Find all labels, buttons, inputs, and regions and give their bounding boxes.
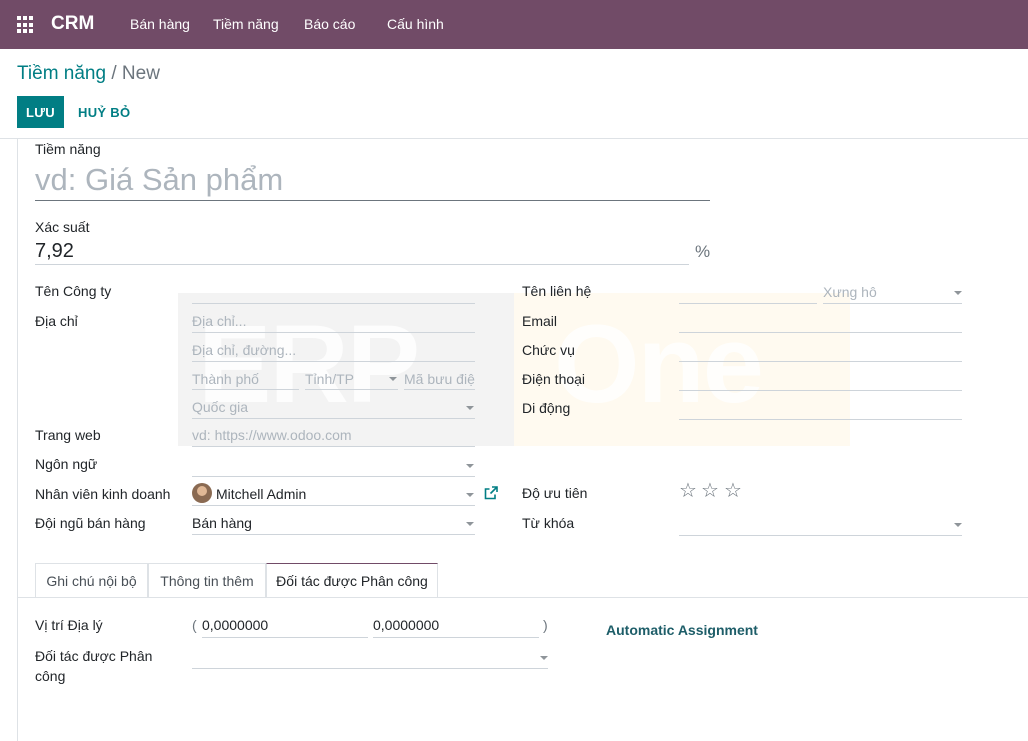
city-underline xyxy=(192,389,299,390)
save-button[interactable]: LƯU xyxy=(17,96,64,128)
probability-input[interactable]: 7,92 xyxy=(35,240,74,263)
website-label: Trang web xyxy=(35,427,101,443)
geo-location-label: Vị trí Địa lý xyxy=(35,617,103,633)
state-underline xyxy=(305,389,398,390)
salesperson-underline xyxy=(192,505,475,506)
menu-cau-hinh[interactable]: Cấu hình xyxy=(387,16,444,32)
sales-team-label: Đội ngũ bán hàng xyxy=(35,515,146,531)
job-position-label: Chức vụ xyxy=(522,342,575,358)
watermark-right-text: One xyxy=(554,303,764,426)
state-select[interactable]: Tỉnh/TP xyxy=(305,371,354,387)
star-outline-icon[interactable]: ☆ xyxy=(679,481,697,501)
menu-ban-hang[interactable]: Bán hàng xyxy=(130,16,190,32)
lead-name-underline xyxy=(35,200,710,201)
assigned-partner-chevron-down-icon[interactable] xyxy=(540,656,548,660)
latitude-underline xyxy=(202,637,368,638)
street2-underline xyxy=(192,361,475,362)
zip-input[interactable]: Mã bưu điệ xyxy=(404,371,475,387)
assigned-partner-label-line2: công xyxy=(35,668,66,684)
apps-grid-icon[interactable] xyxy=(17,16,35,34)
email-label: Email xyxy=(522,313,558,329)
tab-bar-divider xyxy=(17,597,1028,598)
latitude-input[interactable]: 0,0000000 xyxy=(202,617,268,633)
menu-bao-cao[interactable]: Báo cáo xyxy=(304,16,355,32)
job-position-input[interactable] xyxy=(679,361,962,362)
sales-team-select[interactable]: Bán hàng xyxy=(192,515,252,531)
star-outline-icon[interactable]: ☆ xyxy=(701,481,719,501)
assigned-partner-select[interactable] xyxy=(192,668,548,669)
lead-name-input[interactable]: vd: Giá Sản phẩm xyxy=(35,162,283,198)
priority-label: Độ ưu tiên xyxy=(522,485,588,501)
language-select[interactable] xyxy=(192,476,475,477)
country-underline xyxy=(192,418,475,419)
assigned-partner-label-line1: Đối tác được Phân xyxy=(35,648,153,664)
menu-tiem-nang[interactable]: Tiềm năng xyxy=(213,16,279,32)
tab-assigned-partner[interactable]: Đối tác được Phân công xyxy=(266,563,438,598)
top-navbar: CRM Bán hàng Tiềm năng Báo cáo Cấu hình xyxy=(0,0,1028,49)
sales-team-chevron-down-icon[interactable] xyxy=(466,522,474,526)
tab-extra-info[interactable]: Thông tin thêm xyxy=(148,563,266,597)
street-underline xyxy=(192,332,475,333)
street2-input[interactable]: Địa chỉ, đường... xyxy=(192,342,296,358)
title-chevron-down-icon[interactable] xyxy=(954,291,962,295)
salesperson-select[interactable]: Mitchell Admin xyxy=(216,486,306,502)
salesperson-chevron-down-icon[interactable] xyxy=(466,493,474,497)
app-brand[interactable]: CRM xyxy=(51,13,94,35)
sales-team-underline xyxy=(192,534,475,535)
tab-internal-notes[interactable]: Ghi chú nội bộ xyxy=(35,563,148,597)
lead-name-label: Tiềm năng xyxy=(35,141,101,157)
geo-close-paren: ) xyxy=(543,617,548,633)
address-label: Địa chỉ xyxy=(35,313,78,329)
country-select[interactable]: Quốc gia xyxy=(192,399,248,415)
city-input[interactable]: Thành phố xyxy=(192,371,259,387)
salesperson-label: Nhân viên kinh doanh xyxy=(35,486,171,502)
website-input[interactable]: vd: https://www.odoo.com xyxy=(192,427,352,443)
breadcrumb-separator: / xyxy=(111,63,117,84)
external-link-icon[interactable] xyxy=(484,486,498,500)
contact-name-label: Tên liên hệ xyxy=(522,283,592,299)
discard-button[interactable]: HUỶ BỎ xyxy=(70,96,138,128)
longitude-input[interactable]: 0,0000000 xyxy=(373,617,439,633)
salesperson-avatar xyxy=(192,483,212,503)
contact-name-input[interactable] xyxy=(679,303,817,304)
website-underline xyxy=(192,446,475,447)
probability-label: Xác suất xyxy=(35,219,90,235)
language-chevron-down-icon[interactable] xyxy=(466,464,474,468)
probability-underline xyxy=(35,264,689,265)
geo-open-paren: ( xyxy=(192,617,197,633)
probability-unit: % xyxy=(695,242,711,261)
star-outline-icon[interactable]: ☆ xyxy=(724,481,742,501)
state-chevron-down-icon[interactable] xyxy=(389,377,397,381)
company-input[interactable] xyxy=(192,303,475,304)
tags-label: Từ khóa xyxy=(522,515,575,531)
country-chevron-down-icon[interactable] xyxy=(466,406,474,410)
longitude-underline xyxy=(373,637,539,638)
breadcrumb: Tiềm năng / New xyxy=(17,63,160,85)
mobile-label: Di động xyxy=(522,400,571,416)
email-input[interactable] xyxy=(679,332,962,333)
title-select[interactable]: Xưng hô xyxy=(823,284,877,300)
tags-select[interactable] xyxy=(679,535,962,536)
street-input[interactable]: Địa chỉ... xyxy=(192,313,246,329)
mobile-input[interactable] xyxy=(679,419,962,420)
phone-label: Điện thoại xyxy=(522,371,586,387)
company-label: Tên Công ty xyxy=(35,283,112,299)
title-underline xyxy=(823,303,962,304)
breadcrumb-parent[interactable]: Tiềm năng xyxy=(17,63,106,84)
automatic-assignment-button[interactable]: Automatic Assignment xyxy=(606,622,758,638)
tags-chevron-down-icon[interactable] xyxy=(954,523,962,527)
language-label: Ngôn ngữ xyxy=(35,456,98,472)
watermark-right: One xyxy=(514,293,850,446)
zip-underline xyxy=(404,389,475,390)
phone-input[interactable] xyxy=(679,390,962,391)
breadcrumb-current: New xyxy=(121,63,160,84)
control-panel: Tiềm năng / New LƯU HUỶ BỎ xyxy=(0,49,1028,139)
